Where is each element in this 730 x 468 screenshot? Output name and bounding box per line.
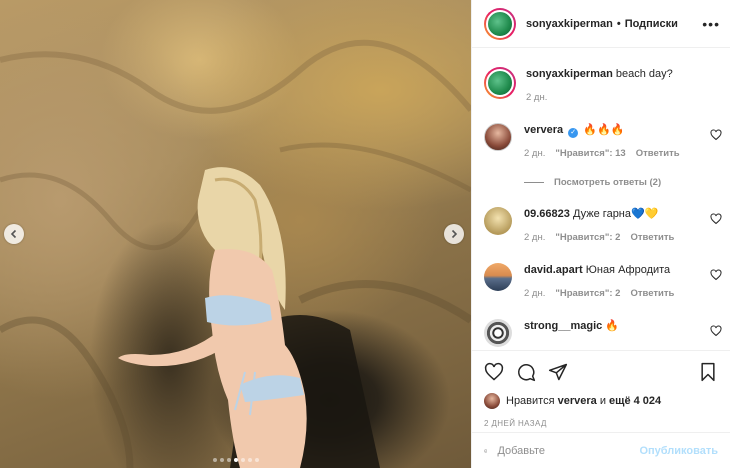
verified-badge-icon: ✓ [568, 128, 579, 138]
following-button[interactable]: Подписки [625, 18, 678, 30]
comment-composer: Опубликовать [472, 432, 730, 468]
reply-button[interactable]: Ответить [636, 146, 680, 161]
commenter-username[interactable]: david.apart [524, 264, 583, 276]
commenter-username[interactable]: strong__magic [524, 320, 602, 332]
replies-divider [524, 182, 544, 183]
view-replies-button[interactable]: Посмотреть ответы (2) [524, 177, 661, 188]
chevron-right-icon [451, 229, 458, 239]
bookmark-icon[interactable] [698, 362, 718, 382]
comment-time[interactable]: 2 дн. [524, 230, 545, 245]
carousel-dot [226, 458, 231, 462]
carousel-dot [219, 458, 224, 462]
carousel-dot [254, 458, 259, 462]
post-details-panel: sonyaxkiperman • Подписки ••• sonyaxkipe… [471, 0, 730, 468]
like-comment-icon[interactable] [710, 325, 722, 337]
share-icon[interactable] [548, 362, 568, 382]
like-comment-icon[interactable] [710, 213, 722, 225]
comment-item: 09.66823 Дуже гарна💙💛 2 дн. "Нравится": … [484, 207, 722, 245]
caption-author-avatar[interactable] [484, 67, 516, 99]
likes-count[interactable]: ещё 4 024 [609, 395, 661, 407]
like-comment-icon[interactable] [710, 129, 722, 141]
commenter-avatar[interactable] [484, 207, 512, 235]
likes-prefix: Нравится [506, 395, 555, 407]
chevron-left-icon [10, 229, 17, 239]
reply-button[interactable]: Ответить [630, 286, 674, 301]
post-actions: Нравится ververa и ещё 4 024 2 ДНЕЙ НАЗА… [472, 350, 730, 428]
post-header: sonyaxkiperman • Подписки ••• [472, 0, 730, 48]
comment-text: Дуже гарна💙💛 [572, 208, 659, 220]
commenter-avatar[interactable] [484, 319, 512, 347]
emoji-icon[interactable] [484, 441, 488, 461]
commenter-avatar[interactable] [484, 263, 512, 291]
carousel-dot [212, 458, 217, 462]
author-username[interactable]: sonyaxkiperman [526, 18, 613, 30]
photo-scene [0, 39, 471, 468]
post-date[interactable]: 2 ДНЕЙ НАЗАД [484, 419, 718, 428]
comment-text: 🔥 [605, 320, 620, 332]
more-options-button[interactable]: ••• [702, 16, 720, 32]
publish-button[interactable]: Опубликовать [639, 445, 718, 457]
liker-username[interactable]: ververa [558, 395, 597, 407]
commenter-avatar[interactable] [484, 123, 512, 151]
view-replies-label: Посмотреть ответы (2) [554, 177, 662, 188]
carousel-dot [233, 458, 238, 462]
comment-text: Юная Афродита [585, 264, 671, 276]
comment-input[interactable] [497, 444, 640, 457]
comment-text: 🔥🔥🔥 [583, 124, 625, 136]
like-comment-icon[interactable] [710, 269, 722, 281]
comment-time[interactable]: 2 дн. [524, 146, 545, 161]
author-avatar[interactable] [484, 7, 516, 40]
header-separator: • [616, 17, 621, 30]
comment-likes[interactable]: "Нравится": 2 [555, 230, 620, 245]
commenter-username[interactable]: ververa [524, 124, 563, 136]
comment-item: ververa ✓ 🔥🔥🔥 2 дн. "Нравится": 13 Ответ… [484, 123, 722, 161]
comment-likes[interactable]: "Нравится": 2 [555, 286, 620, 301]
commenter-username[interactable]: 09.66823 [524, 208, 570, 220]
post-photo[interactable] [0, 0, 471, 468]
caption-time[interactable]: 2 дн. [526, 90, 547, 105]
carousel-dot [247, 458, 252, 462]
like-icon[interactable] [484, 362, 504, 382]
carousel-prev-button[interactable] [4, 224, 24, 244]
caption-text: beach day? [615, 68, 673, 80]
likes-summary[interactable]: Нравится ververa и ещё 4 024 [484, 393, 718, 409]
comment-icon[interactable] [516, 362, 536, 382]
caption: sonyaxkiperman beach day? 2 дн. [484, 67, 722, 105]
carousel-dot [240, 458, 245, 462]
reply-button[interactable]: Ответить [630, 230, 674, 245]
comment-item: strong__magic 🔥 [484, 319, 722, 347]
comment-likes[interactable]: "Нравится": 13 [555, 146, 625, 161]
carousel-indicator [212, 458, 259, 462]
carousel-next-button[interactable] [444, 224, 464, 244]
liker-avatar [484, 393, 500, 409]
comments-list: sonyaxkiperman beach day? 2 дн. ververa … [472, 49, 730, 348]
likes-middle: и [599, 395, 606, 407]
caption-author[interactable]: sonyaxkiperman [526, 68, 613, 80]
comment-time[interactable]: 2 дн. [524, 286, 545, 301]
comment-item: david.apart Юная Афродита 2 дн. "Нравитс… [484, 263, 722, 301]
